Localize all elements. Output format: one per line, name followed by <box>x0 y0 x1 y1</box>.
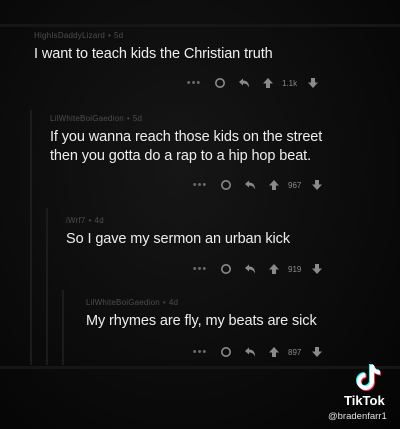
reply-icon[interactable] <box>238 261 262 277</box>
comment-username[interactable]: HighIsDaddyLizard <box>34 31 105 40</box>
upvote-icon[interactable] <box>262 177 286 193</box>
comment-meta: LilWhiteBoiGaedion • 5d <box>50 114 143 123</box>
video-frame <box>0 0 400 429</box>
tiktok-brand: TikTok <box>344 393 385 408</box>
comment-age: 4d <box>94 216 104 225</box>
reply-icon[interactable] <box>238 177 262 193</box>
comment-text-line: then you gotta do a rap to a hip hop bea… <box>50 148 312 164</box>
comment-text-line: I want to teach kids the Christian truth <box>34 46 273 62</box>
comment-actions: ••• 897 <box>186 344 329 360</box>
more-icon[interactable]: ••• <box>186 346 214 358</box>
comment-text-line: So I gave my sermon an urban kick <box>66 231 290 247</box>
upvote-icon[interactable] <box>262 261 286 277</box>
thread-line <box>46 208 48 365</box>
tiktok-handle[interactable]: @bradenfarr1 <box>328 411 387 422</box>
comment-username[interactable]: LilWhiteBoiGaedion <box>50 114 124 123</box>
comment-age: 4d <box>168 298 179 307</box>
comment-actions: ••• 919 <box>186 261 329 277</box>
comment-text-line: If you wanna reach those kids on the str… <box>50 129 323 145</box>
bottom-divider <box>0 366 400 369</box>
award-icon[interactable] <box>208 75 232 91</box>
more-icon[interactable]: ••• <box>180 77 208 89</box>
more-icon[interactable]: ••• <box>186 263 214 275</box>
vote-count: 967 <box>288 180 302 190</box>
comment-2: LilWhiteBoiGaedion • 5d If you wanna reach… <box>50 114 322 166</box>
comment-actions: ••• 967 <box>186 177 329 193</box>
comment-text-line: My rhymes are fly, my beats are sick <box>86 313 317 329</box>
comment-1: HighIsDaddyLizard • 5d I want to teach kid… <box>34 31 273 64</box>
comment-text: My rhymes are fly, my beats are sick <box>86 312 317 331</box>
comment-text: So I gave my sermon an urban kick <box>66 230 290 249</box>
tiktok-logo-icon <box>356 364 381 391</box>
vote-count: 897 <box>288 347 302 357</box>
more-icon[interactable]: ••• <box>186 179 214 191</box>
comment-username[interactable]: LilWhiteBoiGaedion <box>86 298 160 307</box>
comment-meta: HighIsDaddyLizard • 5d <box>34 31 124 40</box>
comment-actions: ••• 1.1k <box>180 75 325 91</box>
award-icon[interactable] <box>214 177 238 193</box>
top-divider <box>0 24 400 27</box>
vote-count: 1.1k <box>282 78 298 88</box>
comment-text: If you wanna reach those kids on the str… <box>50 128 322 166</box>
downvote-icon[interactable] <box>301 75 325 91</box>
reply-icon[interactable] <box>238 344 262 360</box>
thread-line <box>62 290 64 365</box>
vote-count: 919 <box>288 264 302 274</box>
downvote-icon[interactable] <box>305 261 329 277</box>
thread-line <box>30 110 32 365</box>
comment-text: I want to teach kids the Christian truth <box>34 45 273 64</box>
comment-3: iWrf7 • 4d So I gave my sermon an urban ki… <box>66 216 290 249</box>
award-icon[interactable] <box>214 261 238 277</box>
upvote-icon[interactable] <box>262 344 286 360</box>
comment-4: LilWhiteBoiGaedion • 4d My rhymes are fly,… <box>86 298 317 331</box>
reply-icon[interactable] <box>232 75 256 91</box>
comment-meta: iWrf7 • 4d <box>66 216 104 225</box>
award-icon[interactable] <box>214 344 238 360</box>
upvote-icon[interactable] <box>256 75 280 91</box>
comment-age: 5d <box>132 114 143 123</box>
comment-username[interactable]: iWrf7 <box>66 216 86 225</box>
comment-age: 5d <box>114 31 124 40</box>
downvote-icon[interactable] <box>305 177 329 193</box>
downvote-icon[interactable] <box>305 344 329 360</box>
comment-meta: LilWhiteBoiGaedion • 4d <box>86 298 179 307</box>
